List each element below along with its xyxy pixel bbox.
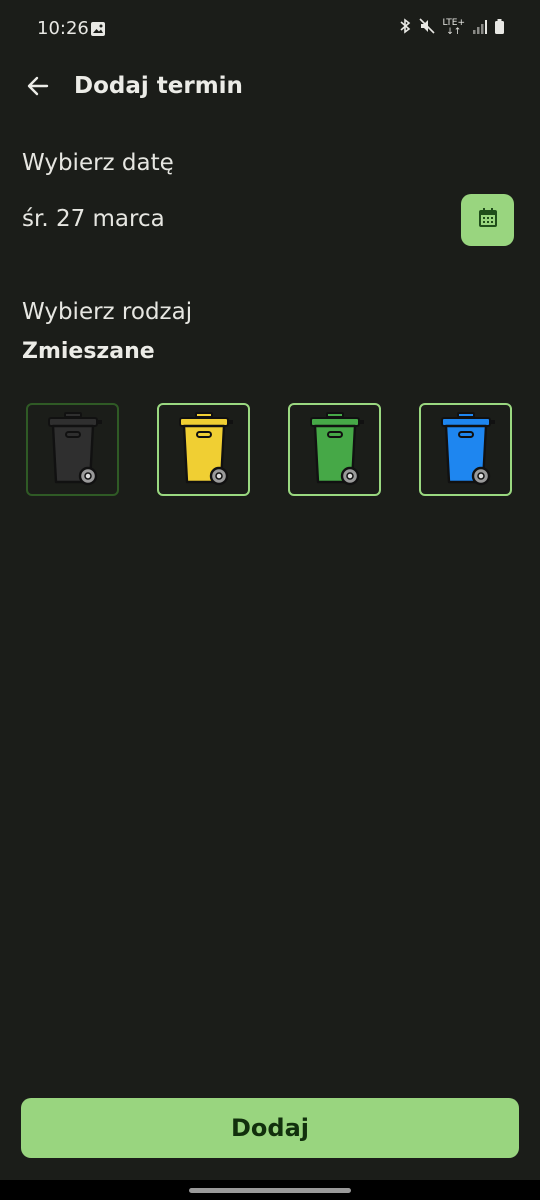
back-button[interactable]: [20, 70, 56, 106]
trash-bin-icon: [172, 410, 236, 490]
add-button[interactable]: Dodaj: [21, 1098, 519, 1158]
selected-type: Zmieszane: [22, 339, 155, 364]
selected-date: śr. 27 marca: [22, 206, 165, 232]
bin-option-blue[interactable]: [419, 403, 512, 496]
bin-option-black[interactable]: [26, 403, 119, 496]
trash-bin-icon: [434, 410, 498, 490]
page-title: Dodaj termin: [74, 73, 243, 99]
trash-bin-icon: [303, 410, 367, 490]
trash-bin-icon: [41, 410, 105, 490]
app-bar: Dodaj termin: [0, 60, 540, 116]
mute-icon: [418, 18, 435, 38]
status-bar: 10:26 LTE+ ↓↑: [0, 0, 540, 60]
bluetooth-icon: [399, 18, 411, 38]
type-label: Wybierz rodzaj: [22, 299, 193, 325]
status-time: 10:26: [37, 18, 89, 39]
navigation-bar: [0, 1180, 540, 1200]
home-gesture-pill[interactable]: [189, 1188, 351, 1193]
image-icon: [90, 21, 106, 41]
date-label: Wybierz datę: [22, 150, 174, 176]
signal-icon: [473, 19, 487, 38]
bin-option-yellow[interactable]: [157, 403, 250, 496]
battery-icon: [495, 18, 504, 38]
network-type: LTE+ ↓↑: [442, 18, 466, 37]
bin-option-green[interactable]: [288, 403, 381, 496]
calendar-button[interactable]: [461, 194, 514, 246]
calendar-icon: [476, 206, 500, 234]
arrow-left-icon: [26, 74, 50, 102]
